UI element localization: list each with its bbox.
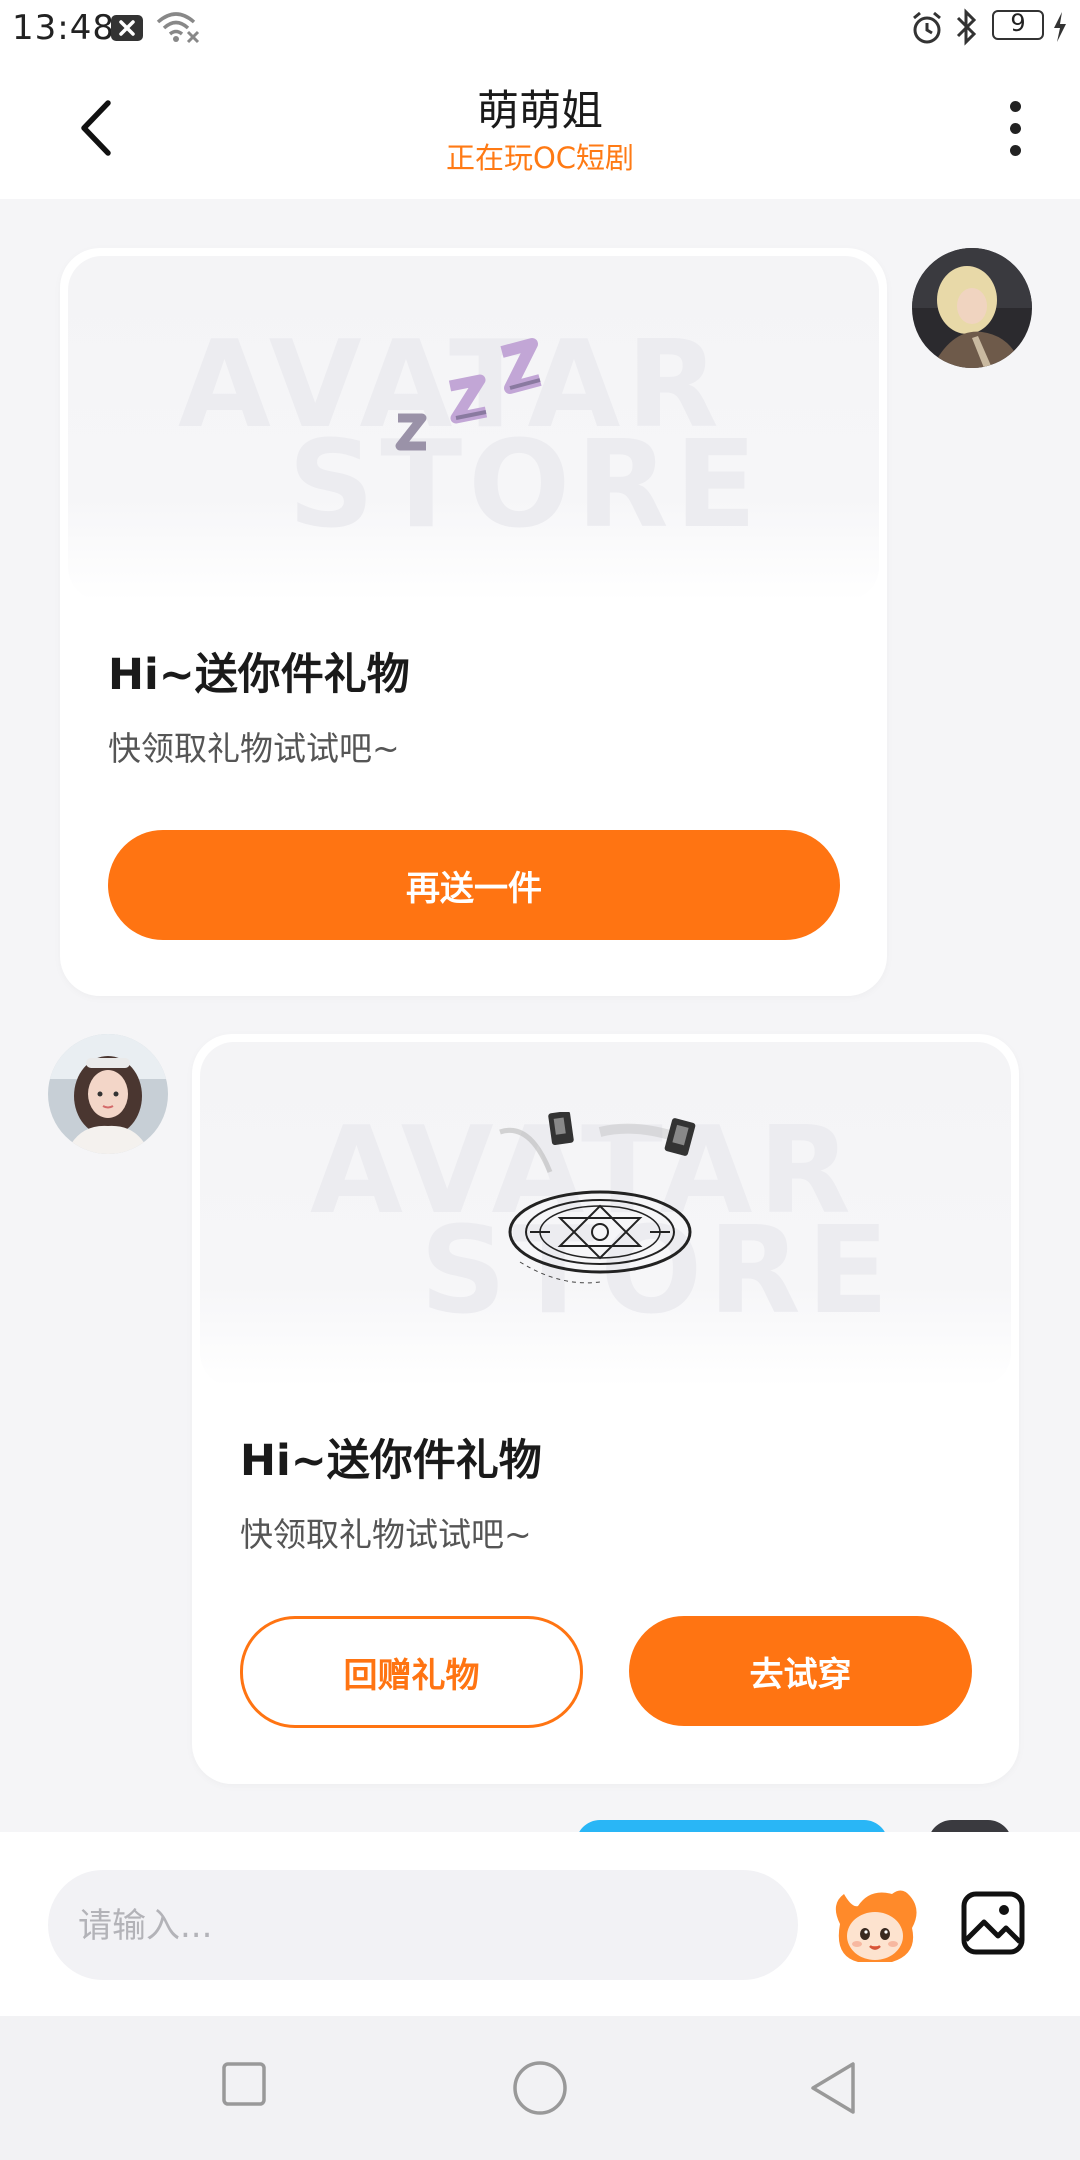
system-nav-bar [0, 2016, 1080, 2160]
my-avatar[interactable] [912, 248, 1032, 368]
sleep-zzz-icon [395, 338, 542, 451]
gift-title-2: Hi~送你件礼物 [240, 1436, 542, 1486]
home-button[interactable] [512, 2060, 568, 2116]
magic-circle-cards-icon [499, 1112, 696, 1284]
gift-title-1: Hi~送你件礼物 [108, 650, 410, 700]
message-input[interactable] [76, 1870, 770, 1982]
gift-subtitle-1: 快领取礼物试试吧~ [108, 729, 400, 768]
mascot-icon [835, 1890, 917, 1962]
gift-card-1: AVATAR STORE Hi~送你件礼物 快领取礼物试试吧~ 再送一件 [60, 248, 887, 996]
circle-icon [513, 2061, 567, 2115]
chat-header: 萌萌姐 正在玩OC短剧 [0, 55, 1080, 199]
send-another-button[interactable]: 再送一件 [108, 830, 840, 940]
gift-image-2: AVATAR STORE [200, 1042, 1011, 1387]
try-on-button[interactable]: 去试穿 [629, 1616, 972, 1726]
status-bar: 13:48 9 [0, 0, 1080, 55]
square-icon [222, 2062, 266, 2106]
image-icon [961, 1891, 1025, 1955]
contact-avatar[interactable] [48, 1034, 168, 1154]
input-bar [0, 1832, 1080, 2016]
avatar-image [48, 1034, 168, 1154]
battery-level: 9 [1010, 9, 1026, 37]
battery-icon: 9 [992, 9, 1044, 40]
message-input-box[interactable] [48, 1870, 798, 1982]
gift-image-1: AVATAR STORE [68, 256, 879, 601]
notification-x-icon [111, 15, 143, 41]
alarm-icon [913, 11, 941, 44]
chat-title: 萌萌姐 [476, 86, 603, 135]
recent-apps-button[interactable] [222, 2062, 266, 2106]
triangle-back-icon [811, 2062, 855, 2114]
more-options-button[interactable] [996, 99, 1036, 159]
status-time: 13:48 [12, 8, 115, 48]
back-nav-button[interactable] [808, 2060, 858, 2116]
mascot-button[interactable] [830, 1884, 920, 1968]
wifi-icon [156, 12, 200, 44]
avatar-image [912, 248, 1032, 368]
gift-card-2: AVATAR STORE Hi~送你件礼物 快领取礼物试试吧~ 回赠礼物 去试穿 [192, 1034, 1019, 1784]
gift-subtitle-2: 快领取礼物试试吧~ [240, 1515, 532, 1554]
image-button[interactable] [960, 1890, 1026, 1956]
bluetooth-icon [956, 8, 977, 46]
return-gift-button[interactable]: 回赠礼物 [240, 1616, 583, 1728]
charging-icon [1054, 12, 1066, 42]
chat-subtitle: 正在玩OC短剧 [445, 141, 635, 175]
